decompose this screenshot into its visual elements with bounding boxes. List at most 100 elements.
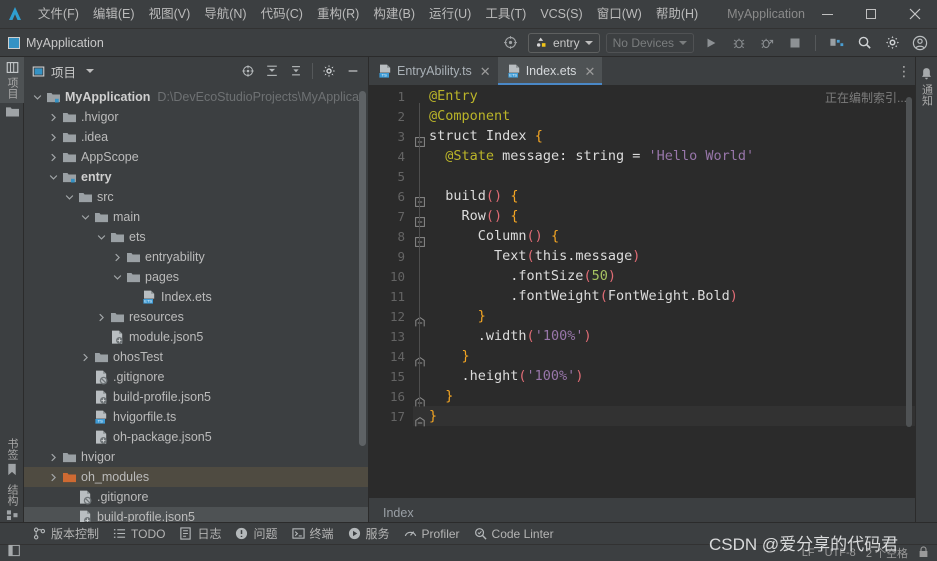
sidebar-item-commit[interactable] — [0, 103, 24, 122]
chevron-right-icon[interactable] — [48, 472, 59, 483]
code-editor[interactable]: 1 2 3 4 5 6 7 8 9 10 11 12 13 14 15 16 17 @Entry @Compone… — [369, 85, 915, 497]
profile-button[interactable] — [756, 32, 778, 54]
editor-tab-entryability-ts[interactable]: TS EntryAbility.ts ✕ — [369, 57, 498, 85]
fold-expand-icon[interactable] — [415, 134, 425, 152]
encoding-label[interactable]: UTF-8 — [825, 547, 856, 559]
tool-window-问题[interactable]: 问题 — [228, 523, 284, 544]
menu-item-3[interactable]: 导航(N) — [197, 3, 253, 25]
debug-button[interactable] — [728, 32, 750, 54]
device-selector[interactable]: No Devices — [605, 32, 694, 53]
close-icon[interactable]: ✕ — [584, 65, 595, 78]
code-folding-gutter[interactable] — [413, 85, 429, 497]
tree-item-oh_modules[interactable]: oh_modules — [24, 467, 368, 487]
tree-item-ohostest[interactable]: ohosTest — [24, 347, 368, 367]
lock-icon[interactable] — [918, 545, 929, 561]
chevron-down-icon[interactable] — [64, 192, 75, 203]
tree-item-.hvigor[interactable]: .hvigor — [24, 107, 368, 127]
code-text[interactable]: @Entry @Component struct Index { @State me… — [429, 85, 915, 497]
tree-item-hvigor[interactable]: hvigor — [24, 447, 368, 467]
sidebar-item-bookmarks[interactable]: 书签 — [0, 434, 24, 480]
sidebar-item-notifications[interactable]: 通知 — [915, 63, 937, 110]
chevron-down-icon[interactable] — [96, 232, 107, 243]
tree-item-index.ets[interactable]: ETS Index.ets — [24, 287, 368, 307]
tree-item-pages[interactable]: pages — [24, 267, 368, 287]
chevron-down-icon[interactable] — [32, 92, 43, 103]
menu-item-4[interactable]: 代码(C) — [254, 3, 310, 25]
editor-scrollbar[interactable] — [906, 97, 912, 427]
tree-item-build-profile.json5[interactable]: build-profile.json5 — [24, 387, 368, 407]
fold-expand-icon[interactable] — [415, 234, 425, 252]
tool-window-code-linter[interactable]: Code Linter — [467, 525, 561, 543]
menu-item-7[interactable]: 运行(U) — [422, 3, 478, 25]
fold-end-icon[interactable] — [415, 354, 425, 372]
project-panel-scrollbar[interactable] — [359, 91, 366, 446]
tool-window-toggle-icon[interactable] — [8, 544, 21, 561]
run-button[interactable] — [700, 32, 722, 54]
close-icon[interactable]: ✕ — [480, 65, 491, 78]
fold-expand-icon[interactable] — [415, 214, 425, 232]
chevron-right-icon[interactable] — [48, 152, 59, 163]
tool-window-服务[interactable]: 服务 — [341, 523, 397, 544]
menu-item-8[interactable]: 工具(T) — [478, 3, 533, 25]
tool-window-profiler[interactable]: Profiler — [397, 525, 467, 543]
target-icon[interactable] — [500, 32, 522, 54]
menu-item-1[interactable]: 编辑(E) — [86, 3, 142, 25]
tool-window-日志[interactable]: 日志 — [172, 523, 228, 544]
chevron-right-icon[interactable] — [112, 252, 123, 263]
menu-item-2[interactable]: 视图(V) — [142, 3, 198, 25]
tree-item-.idea[interactable]: .idea — [24, 127, 368, 147]
tool-window-todo[interactable]: TODO — [106, 525, 172, 543]
tree-item-hvigorfile.ts[interactable]: TS hvigorfile.ts — [24, 407, 368, 427]
chevron-right-icon[interactable] — [48, 452, 59, 463]
settings-gear-icon[interactable] — [318, 60, 340, 82]
fold-end-icon[interactable] — [415, 314, 425, 332]
tree-item-module.json5[interactable]: module.json5 — [24, 327, 368, 347]
sidebar-item-structure[interactable]: 结构 — [0, 480, 24, 527]
fold-expand-icon[interactable] — [415, 194, 425, 212]
settings-button[interactable] — [881, 32, 903, 54]
tree-item-src[interactable]: src — [24, 187, 368, 207]
tree-item-appscope[interactable]: AppScope — [24, 147, 368, 167]
chevron-down-icon[interactable] — [48, 172, 59, 183]
run-configuration-selector[interactable]: entry — [527, 32, 600, 53]
expand-all-icon[interactable] — [261, 60, 283, 82]
chevron-right-icon[interactable] — [96, 312, 107, 323]
menu-item-5[interactable]: 重构(R) — [310, 3, 366, 25]
fold-end-icon[interactable] — [415, 394, 425, 412]
menu-item-9[interactable]: VCS(S) — [533, 3, 589, 25]
editor-tab-index-ets[interactable]: ETS Index.ets ✕ — [497, 57, 603, 85]
line-separator-label[interactable]: LF — [802, 547, 815, 559]
project-tree[interactable]: MyApplication D:\DevEcoStudioProjects\MyA… — [24, 85, 368, 527]
tree-item-resources[interactable]: resources — [24, 307, 368, 327]
menu-item-10[interactable]: 窗口(W) — [590, 3, 649, 25]
device-manager-button[interactable] — [825, 32, 847, 54]
select-opened-file-icon[interactable] — [237, 60, 259, 82]
sidebar-item-project[interactable]: 项目 — [0, 57, 24, 103]
search-everywhere-button[interactable] — [853, 32, 875, 54]
close-button[interactable] — [893, 0, 937, 29]
menu-item-11[interactable]: 帮助(H) — [649, 3, 705, 25]
tool-window-版本控制[interactable]: 版本控制 — [26, 523, 106, 544]
tree-item-entryability[interactable]: entryability — [24, 247, 368, 267]
tree-item-myapplication[interactable]: MyApplication D:\DevEcoStudioProjects\MyA… — [24, 87, 368, 107]
chevron-right-icon[interactable] — [48, 112, 59, 123]
chevron-down-icon[interactable] — [112, 272, 123, 283]
menu-item-6[interactable]: 构建(B) — [366, 3, 422, 25]
minimize-button[interactable] — [805, 0, 849, 29]
account-button[interactable] — [909, 32, 931, 54]
breadcrumb-project[interactable]: MyApplication — [8, 36, 104, 50]
tree-item-main[interactable]: main — [24, 207, 368, 227]
stop-button[interactable] — [784, 32, 806, 54]
fold-end-icon[interactable] — [415, 414, 425, 432]
more-tabs-icon[interactable]: ⋮ — [893, 57, 915, 85]
menu-item-0[interactable]: 文件(F) — [31, 3, 86, 25]
chevron-right-icon[interactable] — [80, 352, 91, 363]
tree-item-.gitignore[interactable]: .gitignore — [24, 487, 368, 507]
tree-item-oh-package.json5[interactable]: oh-package.json5 — [24, 427, 368, 447]
collapse-all-icon[interactable] — [285, 60, 307, 82]
chevron-down-icon[interactable] — [80, 212, 91, 223]
tree-item-entry[interactable]: entry — [24, 167, 368, 187]
tool-window-终端[interactable]: 终端 — [285, 523, 341, 544]
tree-item-.gitignore[interactable]: .gitignore — [24, 367, 368, 387]
chevron-right-icon[interactable] — [48, 132, 59, 143]
